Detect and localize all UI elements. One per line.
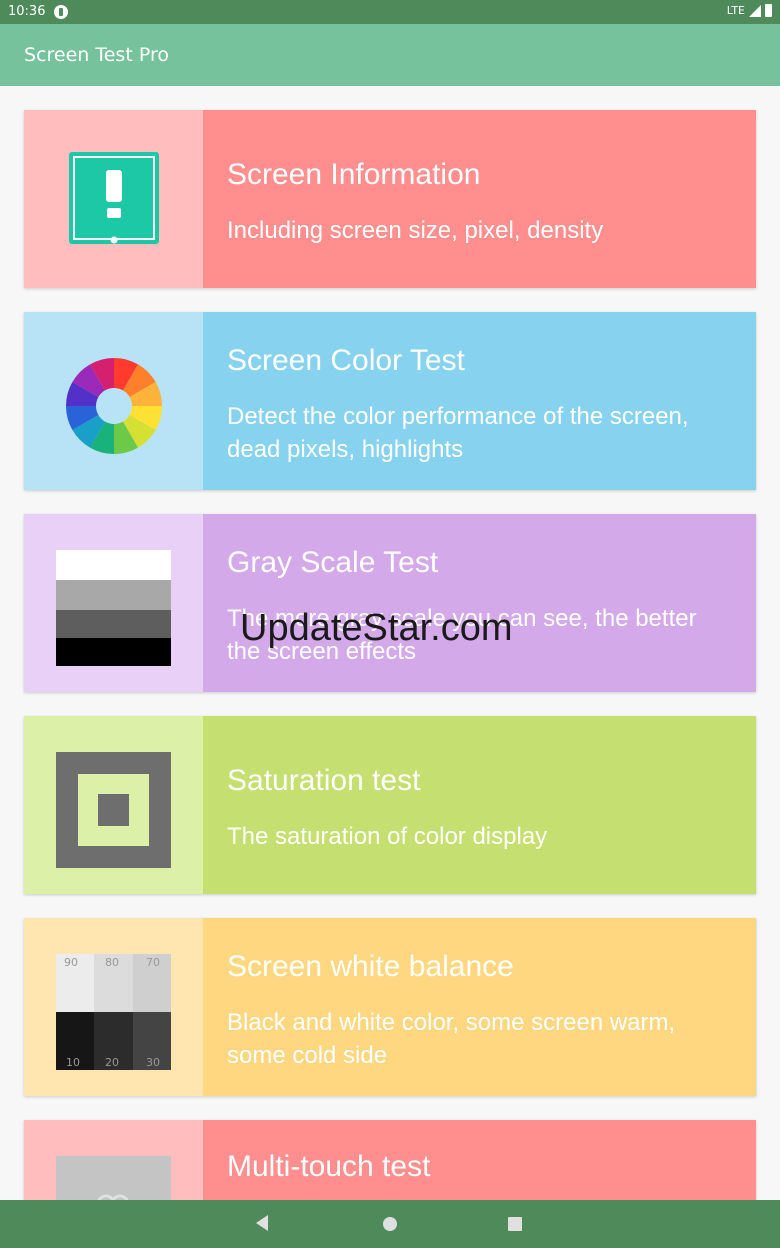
card-icon-panel: 90 80 70 10 20 30 — [24, 918, 203, 1096]
status-time: 10:36 — [8, 4, 46, 19]
app-bar: Screen Test Pro — [0, 24, 780, 86]
card-title: Saturation test — [227, 764, 421, 797]
recent-apps-icon[interactable] — [508, 1217, 522, 1231]
balance-label: 70 — [146, 956, 160, 969]
card-text-panel: Saturation test The saturation of color … — [203, 716, 756, 894]
card-text-panel: Gray Scale Test The more gray scale you … — [203, 514, 756, 692]
balance-label: 90 — [64, 956, 78, 969]
app-title: Screen Test Pro — [24, 44, 169, 66]
status-indicators: LTE — [727, 4, 772, 17]
card-gray-scale-test[interactable]: Gray Scale Test The more gray scale you … — [24, 514, 756, 692]
card-text-panel: Screen white balance Black and white col… — [203, 918, 756, 1096]
card-title: Gray Scale Test — [227, 546, 439, 579]
watermark: UpdateStar.com — [240, 607, 513, 649]
card-icon-panel — [24, 312, 203, 490]
card-title: Screen white balance — [227, 950, 514, 983]
info-screen-icon — [69, 152, 159, 244]
color-wheel-icon — [65, 357, 163, 455]
navigation-bar — [0, 1200, 780, 1248]
card-screen-white-balance[interactable]: 90 80 70 10 20 30 Screen white balance B… — [24, 918, 756, 1096]
card-icon-panel — [24, 514, 203, 692]
status-bar: 10:36 LTE — [0, 0, 780, 24]
card-title: Screen Color Test — [227, 344, 465, 377]
card-description: Black and white color, some screen warm,… — [227, 1009, 676, 1069]
card-saturation-test[interactable]: Saturation test The saturation of color … — [24, 716, 756, 894]
card-text-panel: Screen Color Test Detect the color perfo… — [203, 312, 756, 490]
balance-label: 30 — [146, 1056, 160, 1069]
card-icon-panel — [24, 716, 203, 894]
network-type: LTE — [726, 4, 745, 17]
card-screen-information[interactable]: Screen Information Including screen size… — [24, 110, 756, 288]
balance-label: 20 — [105, 1056, 119, 1069]
home-icon[interactable] — [383, 1217, 397, 1231]
white-balance-icon: 90 80 70 10 20 30 — [56, 954, 171, 1070]
saturation-icon — [56, 752, 171, 868]
card-description: Detect the color performance of the scre… — [227, 403, 689, 463]
balance-label: 80 — [105, 956, 119, 969]
notification-app-icon — [54, 5, 68, 19]
card-description: The saturation of color display — [227, 823, 548, 850]
card-text-panel: Screen Information Including screen size… — [203, 110, 756, 288]
card-title: Screen Information — [227, 158, 481, 191]
back-icon[interactable] — [256, 1215, 268, 1231]
grayscale-icon — [56, 550, 171, 666]
balance-label: 10 — [66, 1056, 80, 1069]
card-title: Multi-touch test — [227, 1150, 431, 1183]
signal-icon — [749, 4, 761, 17]
card-icon-panel — [24, 110, 203, 288]
card-screen-color-test[interactable]: Screen Color Test Detect the color perfo… — [24, 312, 756, 490]
battery-icon — [765, 4, 772, 17]
card-description: Including screen size, pixel, density — [227, 217, 604, 244]
